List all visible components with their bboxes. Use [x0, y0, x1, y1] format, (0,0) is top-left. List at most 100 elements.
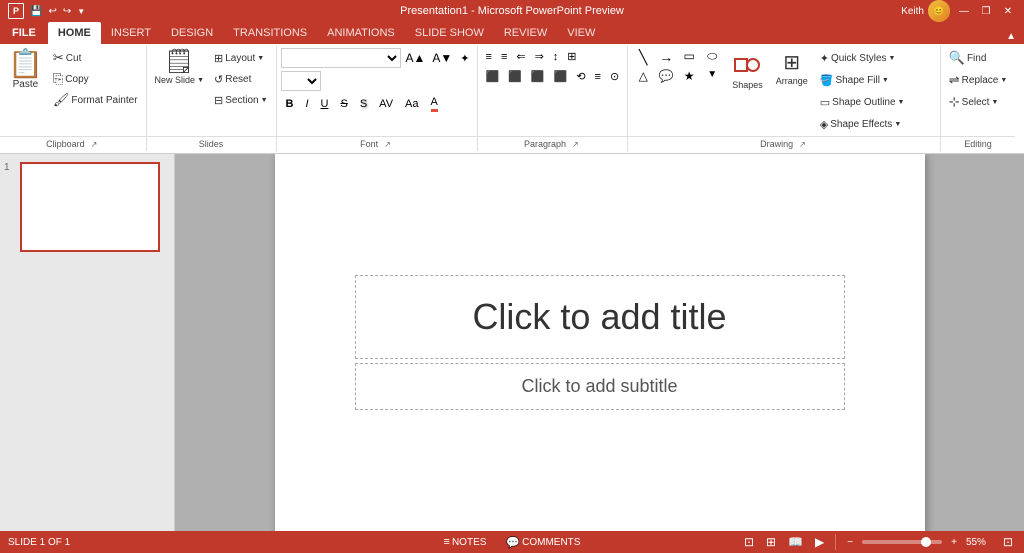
shape-effects-button[interactable]: ◈ Shape Effects ▼ — [816, 114, 936, 134]
text-shadow-button[interactable]: S — [355, 94, 372, 114]
slide-number: 1 — [4, 162, 16, 173]
align-right-button[interactable]: ⬛ — [527, 68, 549, 85]
slide-canvas[interactable]: Click to add title Click to add subtitle — [275, 154, 925, 531]
shape-triangle[interactable]: △ — [632, 68, 654, 84]
tab-review[interactable]: REVIEW — [494, 22, 557, 44]
italic-button[interactable]: I — [300, 94, 313, 114]
zoom-slider[interactable] — [862, 540, 942, 544]
section-button[interactable]: ⊟ Section ▼ — [210, 90, 272, 110]
slide-panel: 1 — [0, 154, 175, 531]
slide-title-placeholder[interactable]: Click to add title — [355, 275, 845, 359]
minimize-btn[interactable]: — — [956, 4, 972, 18]
tab-design[interactable]: DESIGN — [161, 22, 223, 44]
bullets-button[interactable]: ≡ — [482, 49, 496, 65]
shape-callout[interactable]: 💬 — [655, 68, 677, 84]
redo-icon[interactable]: ↪ — [61, 5, 73, 18]
quick-styles-button[interactable]: ✦ Quick Styles ▼ — [816, 48, 936, 68]
zoom-out-btn[interactable]: − — [844, 536, 856, 549]
increase-indent-button[interactable]: ⇒ — [531, 48, 548, 65]
decrease-font-btn[interactable]: A▼ — [429, 49, 455, 67]
close-btn[interactable]: ✕ — [1000, 4, 1016, 18]
tab-file[interactable]: FILE — [0, 22, 48, 44]
tab-animations[interactable]: ANIMATIONS — [317, 22, 405, 44]
new-slide-dropdown-arrow[interactable]: ▼ — [197, 77, 204, 84]
clipboard-expand-icon[interactable]: ↗ — [89, 140, 100, 149]
slide-sorter-btn[interactable]: ⊞ — [763, 534, 779, 550]
underline-button[interactable]: U — [316, 94, 334, 114]
layout-icon: ⊞ — [214, 52, 223, 65]
tab-transitions[interactable]: TRANSITIONS — [223, 22, 317, 44]
zoom-thumb[interactable] — [921, 537, 931, 547]
paste-button[interactable]: 📋 Paste — [4, 48, 47, 134]
notes-button[interactable]: ≡ NOTES — [440, 536, 491, 548]
tab-view[interactable]: VIEW — [557, 22, 605, 44]
shape-arrow[interactable]: → — [655, 48, 677, 67]
main-area: 1 Click to add title Click to add subtit… — [0, 154, 1024, 531]
shape-oval[interactable]: ⬭ — [701, 48, 723, 67]
find-button[interactable]: 🔍 Find — [945, 48, 1012, 68]
select-button[interactable]: ⊹ Select ▼ — [945, 92, 1012, 112]
columns-button[interactable]: ⊞ — [563, 48, 580, 65]
drawing-expand-icon[interactable]: ↗ — [797, 140, 808, 149]
align-left-button[interactable]: ⬛ — [482, 68, 504, 85]
editing-group: 🔍 Find ⇌ Replace ▼ ⊹ Select ▼ Editing — [941, 46, 1016, 151]
zoom-in-btn[interactable]: + — [948, 536, 960, 549]
justify-button[interactable]: ⬛ — [550, 68, 572, 85]
convert-smartart-button[interactable]: ⊙ — [606, 68, 623, 85]
strikethrough-button[interactable]: S — [335, 94, 352, 114]
decrease-indent-button[interactable]: ⇐ — [512, 48, 529, 65]
font-size-select[interactable] — [281, 71, 321, 91]
text-direction-button[interactable]: ⟲ — [572, 68, 589, 85]
new-slide-button[interactable]: 🗒 New Slide ▼ — [151, 48, 208, 134]
cut-button[interactable]: ✂ Cut — [49, 48, 142, 68]
reset-button[interactable]: ↺ Reset — [210, 69, 272, 89]
format-painter-button[interactable]: 🖌 Format Painter — [49, 90, 142, 110]
shape-rect[interactable]: ▭ — [678, 48, 700, 67]
shape-outline-arrow: ▼ — [898, 99, 905, 106]
reading-view-btn[interactable]: 📖 — [785, 534, 806, 550]
layout-button[interactable]: ⊞ Layout ▼ — [210, 48, 272, 68]
tab-slideshow[interactable]: SLIDE SHOW — [405, 22, 494, 44]
slide-thumbnail[interactable] — [20, 162, 160, 252]
font-name-select[interactable] — [281, 48, 401, 68]
numbering-button[interactable]: ≡ — [497, 49, 511, 65]
align-text-button[interactable]: ≡ — [591, 69, 605, 85]
clipboard-actions: ✂ Cut ⎘ Copy 🖌 Format Painter — [49, 48, 142, 134]
replace-button[interactable]: ⇌ Replace ▼ — [945, 70, 1012, 90]
arrange-button[interactable]: ⊞ Arrange — [772, 48, 812, 134]
tab-home[interactable]: HOME — [48, 22, 101, 44]
slideshow-btn[interactable]: ▶ — [812, 534, 827, 550]
bold-button[interactable]: B — [281, 94, 299, 114]
clear-formatting-btn[interactable]: ✦ — [457, 51, 472, 66]
shape-fill-button[interactable]: 🪣 Shape Fill ▼ — [816, 70, 936, 90]
normal-view-btn[interactable]: ⊡ — [741, 534, 757, 550]
font-expand-icon[interactable]: ↗ — [382, 140, 393, 149]
font-color-button[interactable]: A — [426, 94, 443, 114]
paragraph-expand-icon[interactable]: ↗ — [570, 140, 581, 149]
shape-outline-button[interactable]: ▭ Shape Outline ▼ — [816, 92, 936, 112]
zoom-level[interactable]: 55% — [966, 537, 994, 548]
align-center-button[interactable]: ⬛ — [504, 68, 526, 85]
shapes-button-large[interactable]: Shapes — [727, 48, 768, 134]
shape-star[interactable]: ★ — [678, 68, 700, 84]
line-spacing-button[interactable]: ↕ — [549, 49, 563, 65]
ribbon-collapse-btn[interactable]: ▲ — [998, 29, 1024, 44]
change-case-button[interactable]: Aa — [400, 94, 423, 114]
slide-subtitle-placeholder[interactable]: Click to add subtitle — [355, 363, 845, 410]
paragraph-label: Paragraph ↗ — [478, 136, 628, 151]
copy-icon: ⎘ — [53, 71, 63, 87]
tab-insert[interactable]: INSERT — [101, 22, 161, 44]
shape-more[interactable]: ▼ — [701, 68, 723, 84]
font-size-row — [281, 71, 473, 91]
customize-icon[interactable]: ▼ — [75, 6, 87, 17]
increase-font-btn[interactable]: A▲ — [403, 49, 429, 67]
char-spacing-button[interactable]: AV — [374, 94, 398, 114]
save-icon[interactable]: 💾 — [28, 5, 44, 18]
comments-button[interactable]: 💬 COMMENTS — [502, 536, 584, 549]
fit-slide-btn[interactable]: ⊡ — [1000, 534, 1016, 550]
maximize-btn[interactable]: ❐ — [978, 4, 994, 18]
quick-access-toolbar: 💾 ↩ ↪ ▼ — [28, 5, 87, 18]
shape-line[interactable]: ╲ — [632, 48, 654, 67]
copy-button[interactable]: ⎘ Copy — [49, 69, 142, 89]
undo-icon[interactable]: ↩ — [46, 5, 58, 18]
